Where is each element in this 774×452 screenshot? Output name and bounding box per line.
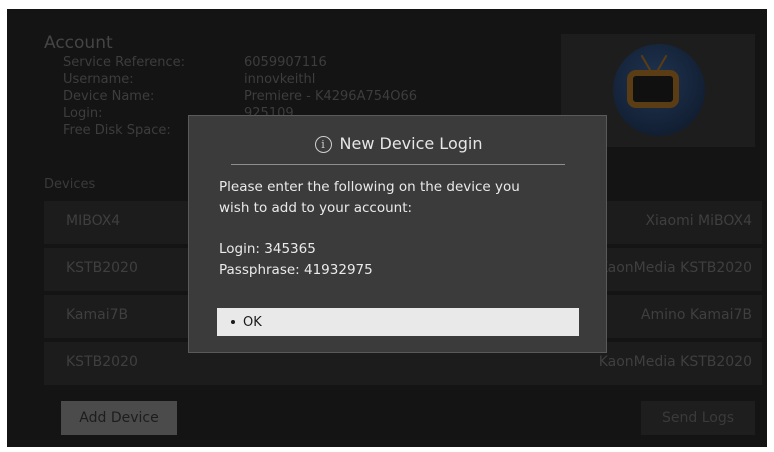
ok-button[interactable]: OK (217, 308, 579, 336)
dialog-instruction-line2: wish to add to your account: (219, 200, 413, 216)
username-value: innovkeithl (244, 72, 316, 87)
add-device-button[interactable]: Add Device (61, 401, 177, 435)
dialog-divider (231, 164, 565, 165)
dialog-title: New Device Login (339, 134, 483, 153)
device-name: Kamai7B (66, 307, 129, 323)
dialog-instruction-line1: Please enter the following on the device… (219, 179, 520, 195)
info-icon: i (314, 136, 332, 153)
tv-app-screen: Account Service Reference: 6059907116 Us… (7, 9, 767, 447)
device-name: KSTB2020 (66, 260, 138, 276)
login-label: Login: (63, 106, 103, 121)
account-title: Account (44, 33, 113, 53)
device-model: Amino Kamai7B (640, 307, 752, 323)
device-model: KaonMedia KSTB2020 (598, 354, 752, 370)
dialog-login-code: Login: 345365 (219, 241, 316, 257)
dialog-title-row: i New Device Login (189, 134, 608, 153)
device-name: MIBOX4 (66, 213, 121, 229)
devices-label: Devices (44, 177, 96, 192)
device-model: KaonMedia KSTB2020 (598, 260, 752, 276)
free-disk-space-label: Free Disk Space: (63, 123, 171, 138)
bullet-icon (231, 320, 235, 324)
service-reference-label: Service Reference: (63, 55, 186, 70)
device-name-label: Device Name: (63, 89, 155, 104)
username-label: Username: (63, 72, 134, 87)
service-reference-value: 6059907116 (244, 55, 327, 70)
device-name-value: Premiere - K4296A754O66 (244, 89, 418, 104)
device-name: KSTB2020 (66, 354, 138, 370)
tv-icon (627, 70, 679, 108)
new-device-login-dialog: i New Device Login Please enter the follo… (188, 115, 607, 353)
send-logs-button[interactable]: Send Logs (641, 401, 755, 435)
device-model: Xiaomi MiBOX4 (645, 213, 752, 229)
dialog-passphrase: Passphrase: 41932975 (219, 262, 373, 278)
ok-button-label: OK (243, 314, 262, 330)
